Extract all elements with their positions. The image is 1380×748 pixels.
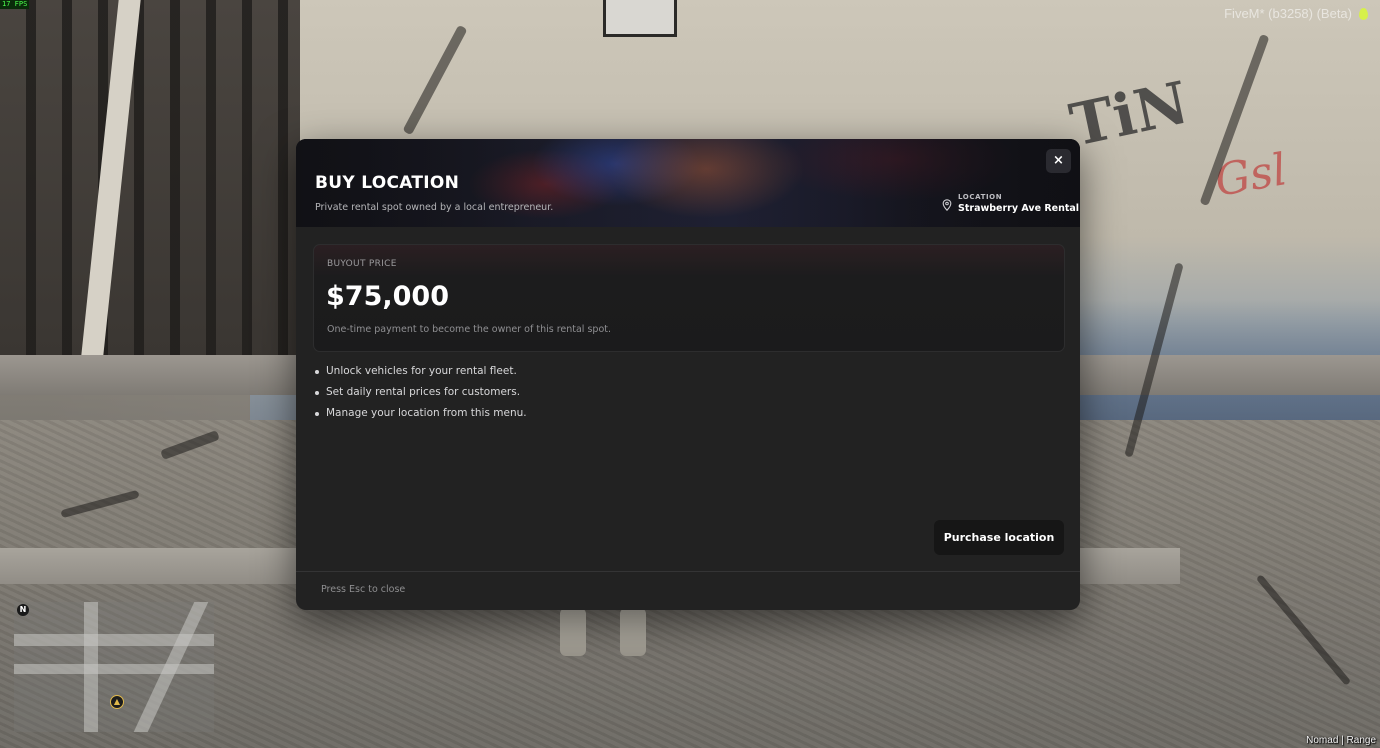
street-name: Nomad | Range	[1306, 735, 1376, 746]
player-leg-right	[620, 608, 646, 656]
purchase-location-button[interactable]: Purchase location	[934, 520, 1064, 555]
minimap-road	[14, 664, 214, 674]
buy-location-modal: BUY LOCATION Private rental spot owned b…	[296, 139, 1080, 610]
client-build-label: FiveM* (b3258) (Beta)	[1224, 6, 1352, 21]
modal-subtitle: Private rental spot owned by a local ent…	[315, 202, 554, 213]
list-item: Set daily rental prices for customers.	[315, 384, 527, 405]
wall-lamp	[603, 0, 677, 37]
map-pin-icon	[942, 199, 952, 211]
player-leg-left	[560, 608, 586, 656]
perks-list: Unlock vehicles for your rental fleet. S…	[313, 363, 527, 426]
modal-title: BUY LOCATION	[315, 173, 460, 193]
price-label: BUYOUT PRICE	[327, 259, 397, 269]
price-note: One-time payment to become the owner of …	[327, 324, 611, 335]
player-blip-icon: ▲	[110, 695, 124, 709]
compass-north-icon: N	[17, 604, 29, 616]
list-item: Unlock vehicles for your rental fleet.	[315, 363, 527, 384]
price-value: $75,000	[326, 281, 449, 312]
close-button[interactable]: ×	[1046, 149, 1071, 173]
price-card: BUYOUT PRICE $75,000 One-time payment to…	[313, 244, 1065, 352]
window-bars	[0, 0, 300, 360]
footer-divider	[296, 571, 1080, 572]
fivem-status-icon	[1359, 8, 1368, 20]
location-label: LOCATION	[958, 193, 1003, 201]
list-item: Manage your location from this menu.	[315, 405, 527, 426]
minimap	[14, 602, 214, 732]
fps-counter: 17 FPS	[0, 0, 30, 9]
footer-hint: Press Esc to close	[321, 584, 406, 595]
location-name: Strawberry Ave Rental	[958, 203, 1080, 214]
